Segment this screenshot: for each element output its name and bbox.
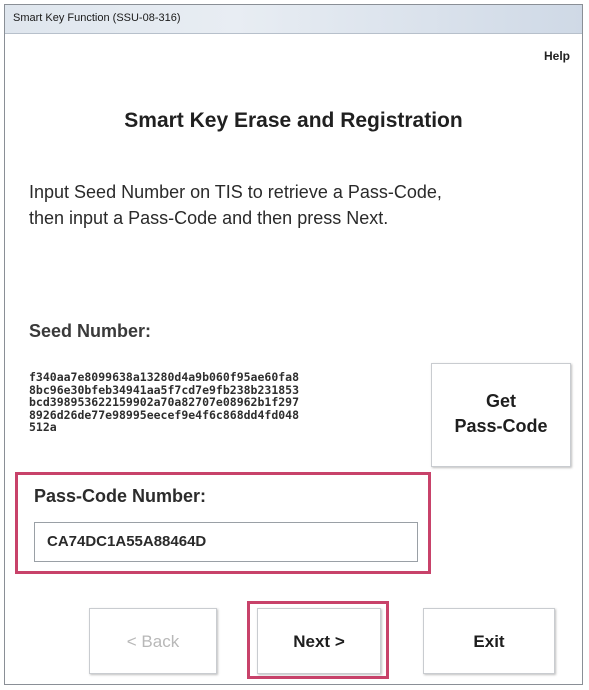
get-passcode-label-line-2: Pass-Code — [454, 416, 548, 436]
passcode-highlight-box: Pass-Code Number: CA74DC1A55A88464D — [15, 472, 431, 574]
title-bar[interactable]: Smart Key Function (SSU-08-316) — [5, 5, 582, 34]
instructions-text: Input Seed Number on TIS to retrieve a P… — [29, 179, 569, 231]
dialog-window: Smart Key Function (SSU-08-316) Help Sma… — [4, 4, 583, 685]
get-passcode-label-line-1: Get — [485, 391, 516, 411]
instructions-line-2: then input a Pass-Code and then press Ne… — [29, 208, 389, 228]
help-link[interactable]: Help — [544, 49, 570, 63]
instructions-line-1: Input Seed Number on TIS to retrieve a P… — [29, 182, 442, 202]
page-title: Smart Key Erase and Registration — [124, 109, 463, 132]
seed-number-value: f340aa7e8099638a13280d4a9b060f95ae60fa8 … — [29, 370, 300, 434]
passcode-number-label: Pass-Code Number: — [34, 486, 207, 506]
passcode-input[interactable]: CA74DC1A55A88464D — [34, 522, 418, 562]
back-button[interactable]: < Back — [89, 608, 217, 674]
window-title: Smart Key Function (SSU-08-316) — [13, 12, 181, 24]
get-passcode-button[interactable]: Get Pass-Code — [431, 363, 571, 467]
seed-number-label: Seed Number: — [29, 321, 152, 341]
next-button[interactable]: Next > — [257, 608, 381, 674]
exit-button[interactable]: Exit — [423, 608, 555, 674]
